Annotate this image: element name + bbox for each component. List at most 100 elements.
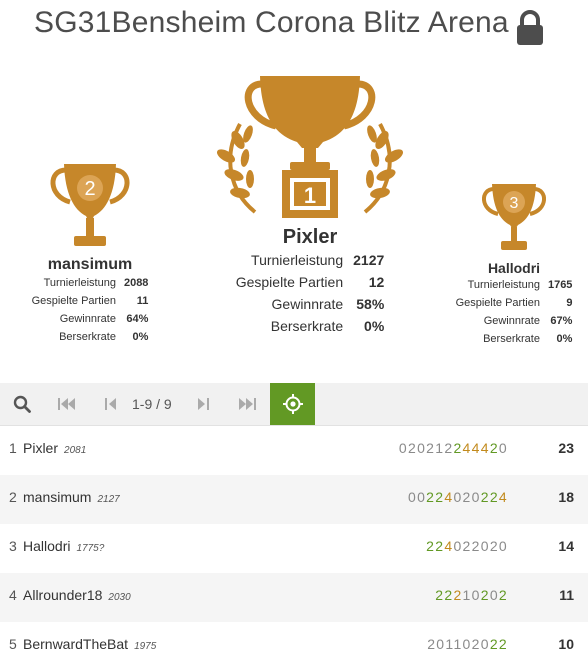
table-row[interactable]: 1 Pixler 2081 020212244420 23: [0, 426, 588, 475]
score-digit: 2: [471, 636, 481, 652]
score-digit: 1: [462, 587, 472, 603]
prev-page-button[interactable]: [98, 383, 124, 425]
focus-me-button[interactable]: [270, 383, 315, 425]
score-digit: 2: [426, 489, 436, 505]
last-page-icon: [239, 398, 256, 410]
score-digit: 0: [453, 538, 463, 554]
svg-text:2: 2: [84, 178, 95, 200]
player-rating: 2127: [97, 494, 120, 505]
player-score: 11: [559, 587, 574, 603]
player-name[interactable]: mansimum 2127: [23, 489, 120, 505]
podium-second-name[interactable]: mansimum: [20, 256, 160, 274]
page-range: 1-9 / 9: [132, 396, 172, 412]
score-digit: 2: [489, 636, 499, 652]
trophy-icon: 1: [216, 76, 404, 218]
first-page-icon: [58, 398, 75, 410]
score-digit: 2: [427, 636, 437, 652]
score-sheet: 224022020: [426, 538, 508, 554]
standings-table: 1 Pixler 2081 020212244420 23 2 mansimum 2…: [0, 426, 588, 671]
score-digit: 2: [407, 440, 418, 456]
player-rank: 2: [9, 489, 17, 505]
prev-page-icon: [105, 398, 116, 410]
score-digit: 2: [462, 538, 472, 554]
player-score: 23: [558, 440, 574, 456]
score-digit: 2: [426, 440, 436, 456]
search-button[interactable]: [4, 383, 40, 425]
score-sheet: 00224020224: [408, 489, 508, 505]
score-sheet: 020212244420: [399, 440, 508, 456]
player-score: 14: [558, 538, 574, 554]
score-sheet: 201102022: [427, 636, 508, 652]
score-digit: 2: [462, 489, 472, 505]
player-rank: 5: [9, 636, 17, 652]
trophy-icon: 2: [50, 164, 130, 246]
score-digit: 0: [407, 489, 418, 505]
podium-second-stats: Turnierleistung 2088 Gespielte Partien 11 …: [31, 277, 149, 343]
score-digit: 2: [471, 538, 481, 554]
score-digit: 0: [471, 489, 481, 505]
player-rating: 1775?: [76, 543, 105, 554]
player-score: 18: [558, 489, 574, 505]
first-page-button[interactable]: [52, 383, 82, 425]
table-row[interactable]: 5 BernwardTheBat 1975 201102022 10: [0, 622, 588, 671]
score-digit: 2: [498, 587, 508, 603]
player-name[interactable]: BernwardTheBat 1975: [23, 636, 156, 652]
next-page-icon: [198, 398, 209, 410]
score-digit: 1: [453, 636, 463, 652]
trophy-icon: 3: [482, 184, 546, 250]
podium-first-stats: Turnierleistung 2127 Gespielte Partien 12 …: [235, 252, 385, 334]
score-digit: 2: [435, 538, 445, 554]
player-rank: 1: [9, 440, 17, 456]
pagination-bar: 1-9 / 9: [0, 383, 588, 426]
score-digit: 0: [498, 538, 508, 554]
player-rating: 1975: [134, 641, 157, 652]
score-digit: 0: [471, 587, 481, 603]
last-page-button[interactable]: [232, 383, 262, 425]
score-digit: 2: [489, 538, 499, 554]
svg-text:3: 3: [510, 195, 519, 212]
score-digit: 0: [398, 440, 408, 456]
score-digit: 0: [489, 587, 499, 603]
table-row[interactable]: 3 Hallodri 1775? 224022020 14: [0, 524, 588, 573]
score-digit: 2: [435, 489, 445, 505]
table-row[interactable]: 4 Allrounder18 2030 22210202 11: [0, 573, 588, 622]
podium-first-name[interactable]: Pixler: [205, 226, 415, 249]
podium-first: 1 Pixler Turnierleistung 2127 Gespielte P…: [205, 72, 415, 337]
next-page-button[interactable]: [190, 383, 216, 425]
podium-third-stats: Turnierleistung 1765 Gespielte Partien 9 G…: [455, 279, 573, 345]
score-digit: 2: [453, 440, 463, 456]
score-digit: 2: [426, 538, 436, 554]
score-digit: 0: [498, 440, 508, 456]
score-sheet: 22210202: [435, 587, 508, 603]
player-name[interactable]: Allrounder18 2030: [23, 587, 131, 603]
player-rank: 4: [9, 587, 17, 603]
score-digit: 0: [462, 636, 472, 652]
player-name[interactable]: Pixler 2081: [23, 440, 86, 456]
tournament-title: SG31Bensheim Corona Blitz Arena: [34, 6, 509, 39]
podium-third-name[interactable]: Hallodri: [444, 260, 584, 276]
score-digit: 2: [435, 587, 445, 603]
search-icon: [13, 395, 31, 413]
player-rank: 3: [9, 538, 17, 554]
score-digit: 4: [471, 440, 481, 456]
score-digit: 4: [480, 440, 490, 456]
score-digit: 0: [417, 440, 427, 456]
score-digit: 0: [480, 538, 490, 554]
score-digit: 2: [489, 440, 499, 456]
player-name[interactable]: Hallodri 1775?: [23, 538, 104, 554]
score-digit: 0: [453, 489, 463, 505]
table-row[interactable]: 2 mansimum 2127 00224020224 18: [0, 475, 588, 524]
lock-icon: [517, 10, 543, 45]
svg-text:1: 1: [304, 183, 316, 208]
player-score: 10: [558, 636, 574, 652]
score-digit: 2: [480, 489, 490, 505]
score-digit: 2: [489, 489, 499, 505]
score-digit: 0: [436, 636, 446, 652]
score-digit: 1: [435, 440, 445, 456]
podium-second: 2 mansimum Turnierleistung 2088 Gespielte…: [20, 162, 160, 346]
podium-third: 3 Hallodri Turnierleistung 1765 Gespielte…: [444, 182, 584, 348]
score-digit: 2: [498, 636, 508, 652]
target-icon: [282, 394, 303, 414]
score-digit: 0: [480, 636, 490, 652]
score-digit: 2: [453, 587, 463, 603]
